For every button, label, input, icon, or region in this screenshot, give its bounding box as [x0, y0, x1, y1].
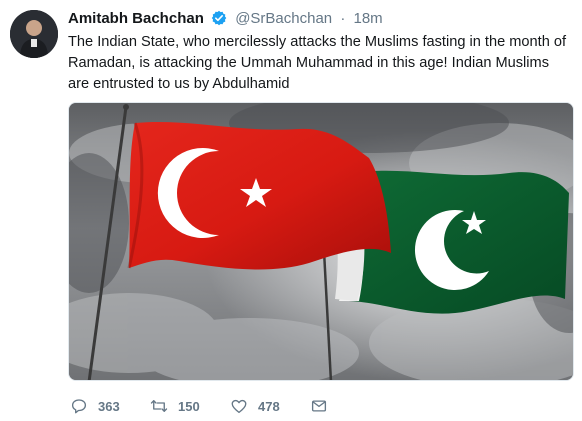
author-handle[interactable]: @SrBachchan: [235, 10, 332, 27]
verified-badge-icon: [211, 10, 227, 32]
avatar[interactable]: [10, 10, 58, 58]
tweet-actions: 363 150 478: [68, 396, 368, 416]
direct-message-button[interactable]: [310, 396, 328, 416]
heart-icon: [231, 399, 247, 414]
author-name[interactable]: Amitabh Bachchan: [68, 10, 204, 27]
retweet-icon: [150, 400, 168, 412]
retweet-count: 150: [178, 398, 200, 414]
tweet-card[interactable]: Amitabh Bachchan @SrBachchan · 18m The I…: [0, 0, 582, 421]
like-button[interactable]: 478: [230, 396, 280, 416]
reply-button[interactable]: 363: [70, 396, 120, 416]
tweet-header: Amitabh Bachchan @SrBachchan · 18m: [68, 9, 383, 32]
separator-dot: ·: [340, 10, 346, 27]
reply-count: 363: [98, 398, 120, 414]
tweet-timestamp[interactable]: 18m: [354, 10, 383, 27]
envelope-icon: [311, 400, 327, 412]
tweet-text: The Indian State, who mercilessly attack…: [68, 34, 567, 92]
tweet-media-image[interactable]: [68, 102, 574, 381]
like-count: 478: [258, 398, 280, 414]
retweet-button[interactable]: 150: [150, 396, 200, 416]
reply-icon: [71, 399, 87, 414]
